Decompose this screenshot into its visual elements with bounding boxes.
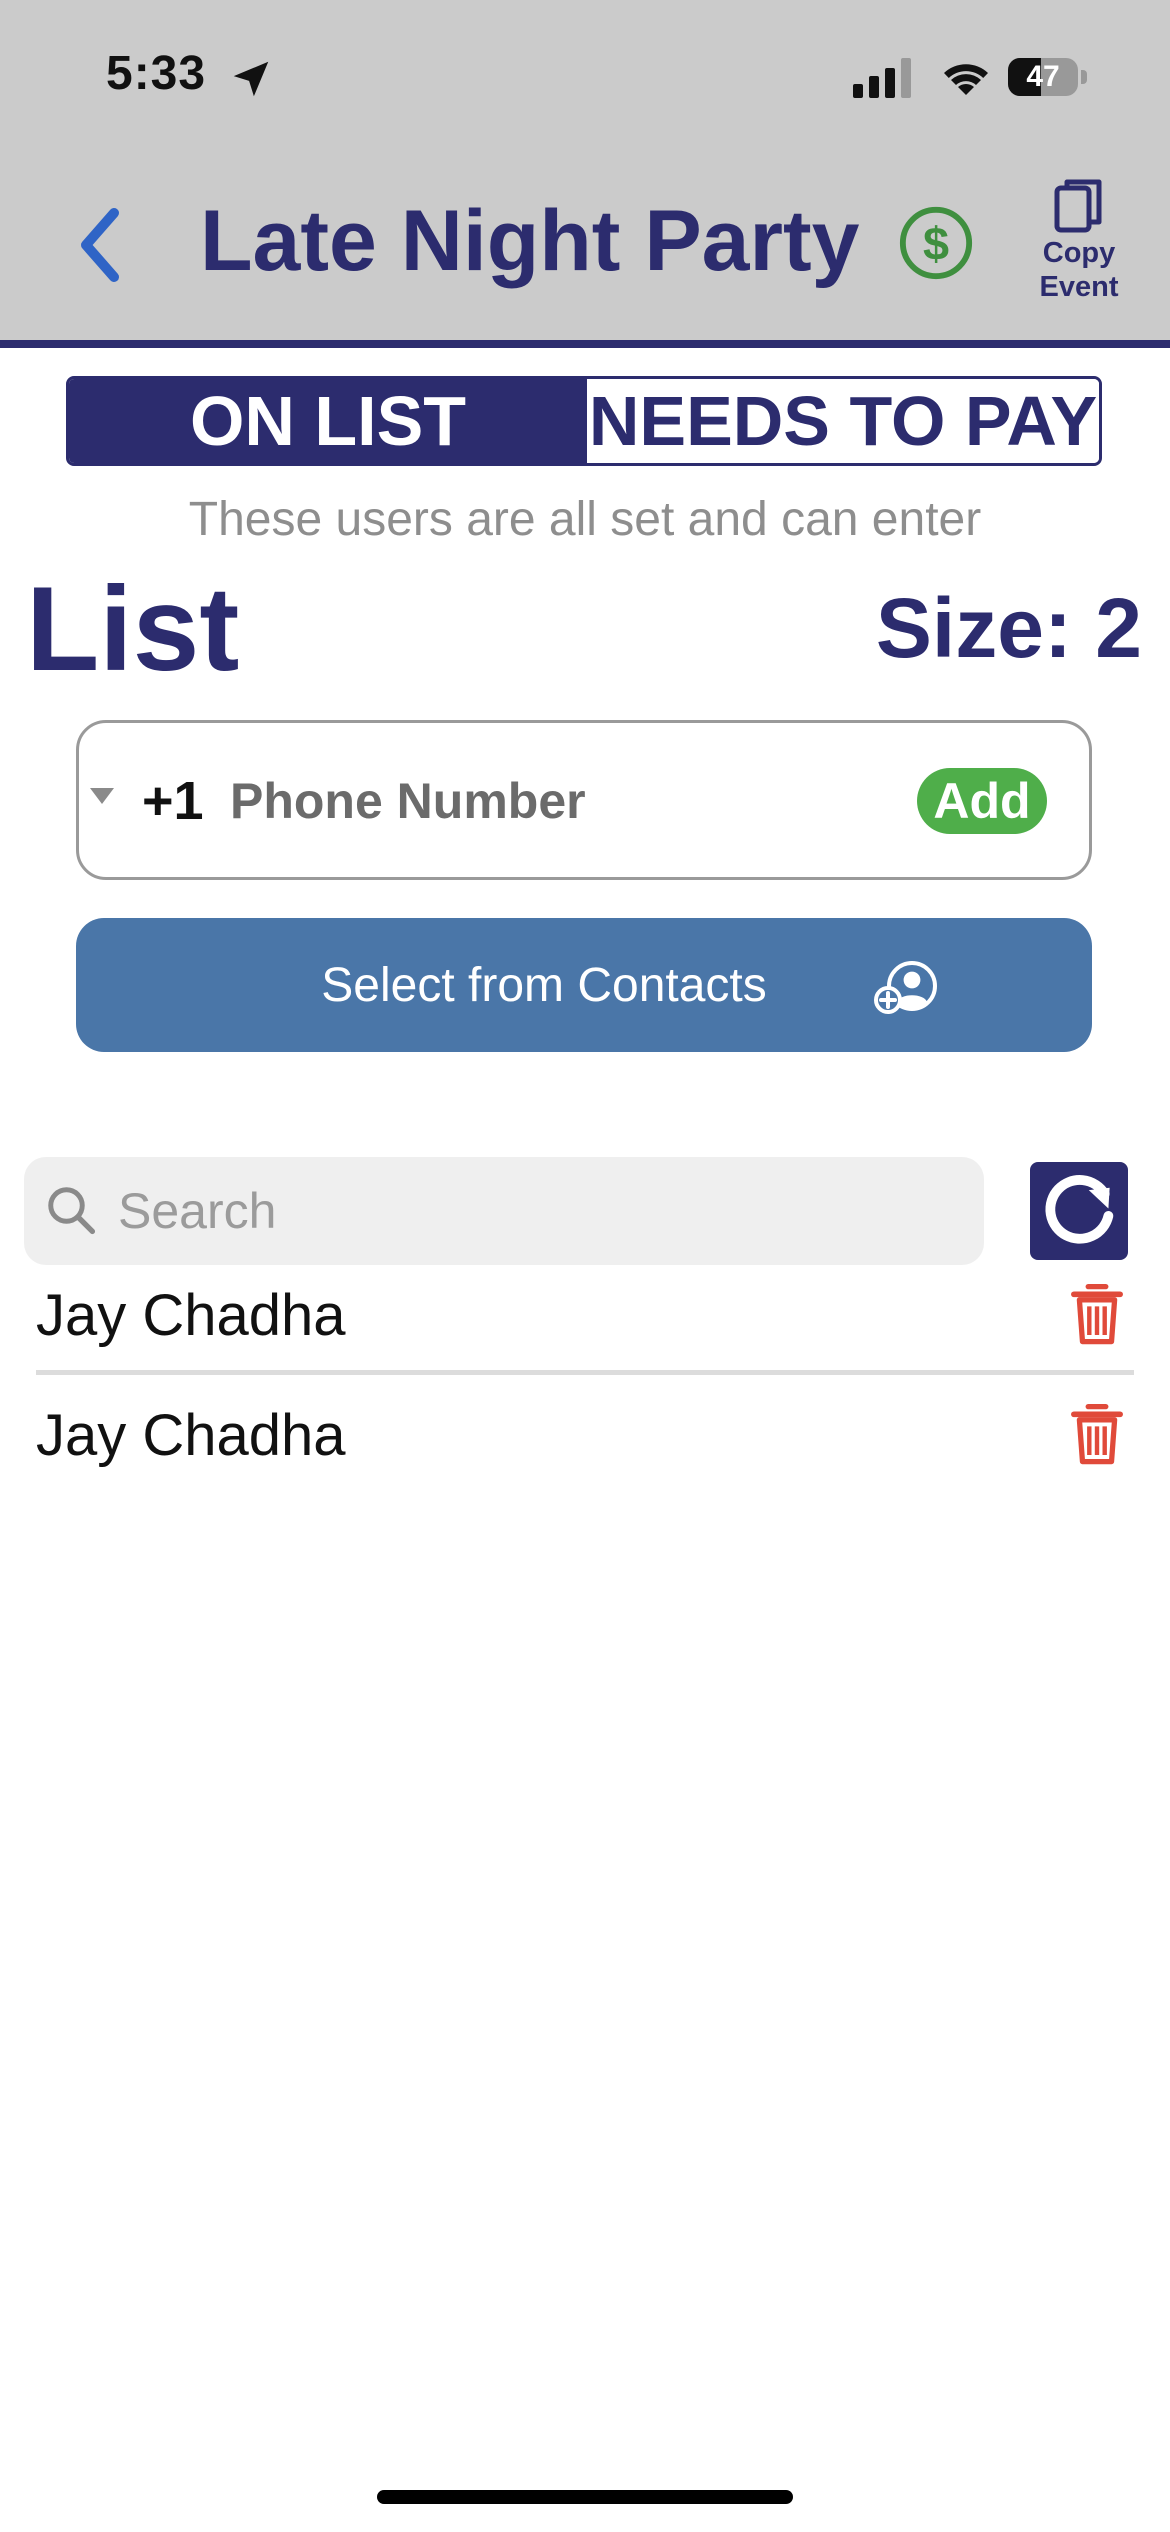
copy-icon bbox=[1054, 179, 1102, 233]
signal-icon bbox=[853, 58, 911, 98]
add-button[interactable]: Add bbox=[917, 768, 1047, 834]
tab-needs-to-pay[interactable]: NEEDS TO PAY bbox=[587, 379, 1099, 463]
svg-text:$: $ bbox=[923, 218, 949, 270]
list-heading: List bbox=[26, 562, 240, 696]
trash-icon[interactable] bbox=[1070, 1280, 1124, 1346]
chevron-left-icon[interactable] bbox=[70, 205, 130, 285]
trash-icon[interactable] bbox=[1070, 1400, 1124, 1466]
row-divider bbox=[36, 1370, 1134, 1375]
copy-label-line2: Event bbox=[1039, 271, 1119, 303]
battery-percent: 47 bbox=[1026, 60, 1060, 93]
country-code[interactable]: +1 bbox=[142, 770, 204, 832]
battery-icon: 47 bbox=[1008, 54, 1088, 100]
copy-event-button[interactable]: Copy Event bbox=[1022, 176, 1136, 310]
contacts-button-label: Select from Contacts bbox=[321, 958, 767, 1012]
phone-number-input[interactable] bbox=[230, 762, 870, 840]
dollar-icon[interactable]: $ bbox=[897, 204, 975, 282]
list-segmented-control: ON LIST NEEDS TO PAY bbox=[66, 376, 1102, 466]
refresh-icon bbox=[1045, 1175, 1114, 1244]
add-contact-icon bbox=[874, 961, 937, 1014]
page-title: Late Night Party bbox=[200, 193, 860, 289]
tab-on-list[interactable]: ON LIST bbox=[69, 379, 587, 463]
search-icon bbox=[48, 1187, 96, 1235]
home-indicator[interactable] bbox=[377, 2490, 793, 2504]
location-arrow-icon bbox=[233, 61, 269, 97]
list-description: These users are all set and can enter bbox=[188, 493, 982, 546]
refresh-button[interactable] bbox=[1030, 1162, 1128, 1260]
list-size: Size: 2 bbox=[875, 581, 1142, 675]
header-divider bbox=[0, 340, 1170, 348]
wifi-icon bbox=[944, 64, 988, 95]
copy-label-line1: Copy bbox=[1042, 237, 1116, 269]
caret-down-icon[interactable] bbox=[90, 788, 114, 804]
status-time: 5:33 bbox=[106, 47, 207, 100]
guest-name: Jay Chadha bbox=[36, 1403, 346, 1468]
guest-name: Jay Chadha bbox=[36, 1283, 346, 1348]
select-from-contacts-button[interactable]: Select from Contacts bbox=[76, 918, 1092, 1052]
search-input[interactable] bbox=[118, 1172, 958, 1250]
